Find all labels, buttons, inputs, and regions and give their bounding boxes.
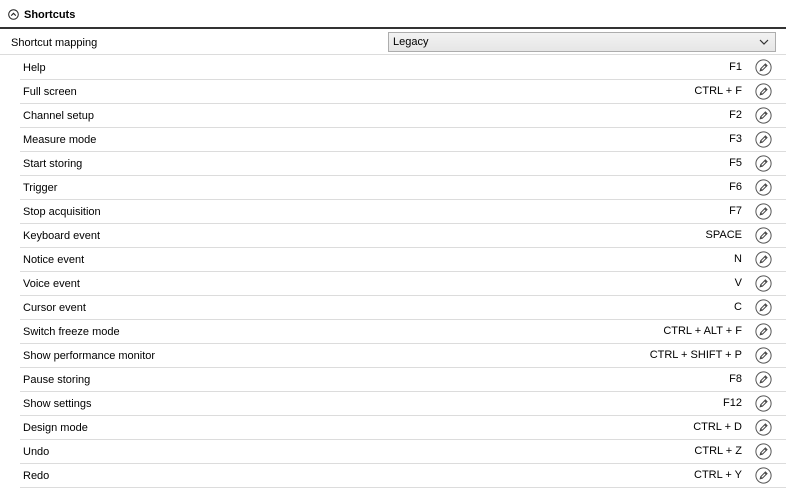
shortcut-label: Help [23, 62, 46, 74]
shortcut-keys: C [734, 301, 742, 313]
edit-shortcut-icon[interactable] [755, 83, 772, 100]
shortcut-keys: CTRL + D [693, 421, 742, 433]
edit-shortcut-icon[interactable] [755, 155, 772, 172]
shortcut-label: Trigger [23, 182, 58, 194]
shortcut-keys: F12 [723, 397, 742, 409]
shortcut-keys: F8 [729, 373, 742, 385]
shortcut-keys: CTRL + ALT + F [663, 325, 742, 337]
shortcut-label: Pause storing [23, 374, 91, 386]
shortcut-mapping-row: Shortcut mapping Legacy [0, 30, 786, 55]
edit-shortcut-icon[interactable] [755, 299, 772, 316]
edit-shortcut-icon[interactable] [755, 131, 772, 148]
shortcut-label: Full screen [23, 86, 77, 98]
shortcut-row: Channel setup F2 [20, 104, 786, 128]
shortcut-label: Keyboard event [23, 230, 101, 242]
shortcut-keys: F5 [729, 157, 742, 169]
shortcut-keys: V [734, 277, 742, 289]
shortcut-row: Show settings F12 [20, 392, 786, 416]
edit-shortcut-icon[interactable] [755, 179, 772, 196]
shortcut-row: Measure mode F3 [20, 128, 786, 152]
shortcut-keys: F1 [729, 61, 742, 73]
edit-shortcut-icon[interactable] [755, 275, 772, 292]
shortcut-keys: F6 [729, 181, 742, 193]
edit-shortcut-icon[interactable] [755, 227, 772, 244]
shortcut-row: Voice event V [20, 272, 786, 296]
shortcut-label: Switch freeze mode [23, 326, 120, 338]
shortcut-keys: CTRL + Y [694, 469, 742, 481]
edit-shortcut-icon[interactable] [755, 371, 772, 388]
edit-shortcut-icon[interactable] [755, 251, 772, 268]
shortcut-label: Start storing [23, 158, 83, 170]
shortcut-label: Channel setup [23, 110, 94, 122]
chevron-down-icon [759, 38, 769, 46]
shortcut-keys: F3 [729, 133, 742, 145]
shortcut-row: Undo CTRL + Z [20, 440, 786, 464]
shortcut-row: Start storing F5 [20, 152, 786, 176]
shortcut-mapping-dropdown[interactable]: Legacy [388, 32, 776, 52]
edit-shortcut-icon[interactable] [755, 347, 772, 364]
edit-shortcut-icon[interactable] [755, 59, 772, 76]
collapse-icon[interactable] [8, 9, 19, 20]
shortcut-row: Help F1 [20, 56, 786, 80]
shortcut-keys: CTRL + F [694, 85, 742, 97]
shortcut-label: Show performance monitor [23, 350, 156, 362]
shortcut-label: Notice event [23, 254, 85, 266]
shortcut-label: Stop acquisition [23, 206, 101, 218]
shortcut-keys: CTRL + SHIFT + P [649, 349, 742, 361]
shortcut-row: Keyboard event SPACE [20, 224, 786, 248]
edit-shortcut-icon[interactable] [755, 203, 772, 220]
shortcut-label: Show settings [23, 398, 92, 410]
shortcut-keys: F7 [729, 205, 742, 217]
edit-shortcut-icon[interactable] [755, 419, 772, 436]
shortcut-row: Notice event N [20, 248, 786, 272]
shortcut-label: Undo [23, 446, 50, 458]
shortcut-row: Cursor event C [20, 296, 786, 320]
shortcut-mapping-value: Legacy [393, 36, 429, 48]
shortcut-row: Redo CTRL + Y [20, 464, 786, 488]
shortcut-label: Redo [23, 470, 50, 482]
shortcut-keys: CTRL + Z [694, 445, 742, 457]
shortcut-keys: F2 [729, 109, 742, 121]
shortcut-keys: N [734, 253, 742, 265]
shortcut-row: Stop acquisition F7 [20, 200, 786, 224]
shortcut-row: Show performance monitor CTRL + SHIFT + … [20, 344, 786, 368]
shortcut-label: Measure mode [23, 134, 97, 146]
edit-shortcut-icon[interactable] [755, 395, 772, 412]
edit-shortcut-icon[interactable] [755, 323, 772, 340]
shortcut-row: Design mode CTRL + D [20, 416, 786, 440]
shortcut-mapping-label: Shortcut mapping [11, 37, 98, 49]
edit-shortcut-icon[interactable] [755, 107, 772, 124]
shortcut-row: Full screen CTRL + F [20, 80, 786, 104]
shortcut-row: Trigger F6 [20, 176, 786, 200]
edit-shortcut-icon[interactable] [755, 467, 772, 484]
shortcut-label: Design mode [23, 422, 88, 434]
shortcut-keys: SPACE [705, 229, 742, 241]
shortcuts-section-header: Shortcuts [0, 0, 786, 29]
shortcut-row: Pause storing F8 [20, 368, 786, 392]
shortcut-label: Voice event [23, 278, 80, 290]
edit-shortcut-icon[interactable] [755, 443, 772, 460]
shortcut-row: Switch freeze mode CTRL + ALT + F [20, 320, 786, 344]
section-title: Shortcuts [24, 9, 76, 21]
shortcut-list: Help F1 Full screen CTRL + F Channel set… [0, 56, 786, 488]
shortcut-label: Cursor event [23, 302, 86, 314]
